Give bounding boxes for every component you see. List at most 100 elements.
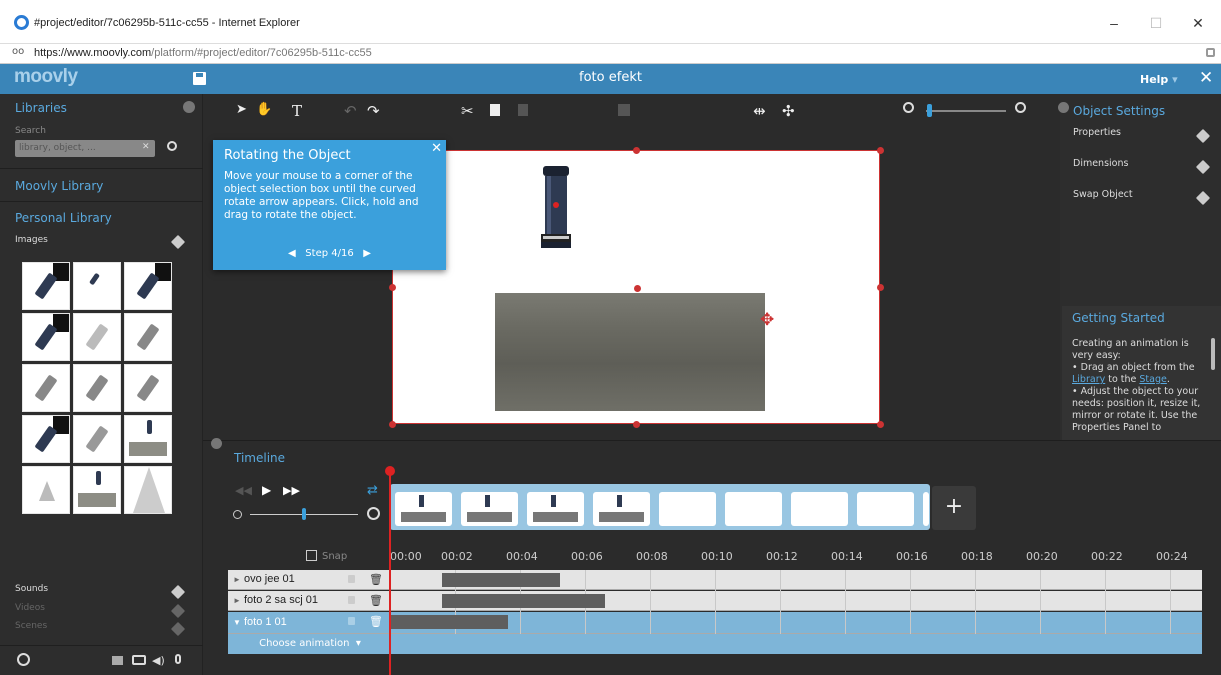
clear-search-icon[interactable]: ✕ [142, 142, 150, 152]
moovly-library-link[interactable]: Moovly Library [15, 179, 103, 193]
image-thumbnail[interactable] [22, 415, 70, 463]
speaker-icon[interactable]: ◀) [152, 654, 165, 667]
import-icon[interactable] [112, 656, 123, 665]
site-info-icon[interactable]: oo [12, 46, 24, 57]
flashlight-image[interactable] [540, 166, 572, 248]
url-text[interactable]: https://www.moovly.com/platform/#project… [34, 47, 372, 59]
lock-track-icon[interactable] [348, 617, 355, 625]
search-icon[interactable] [167, 141, 177, 151]
flip-horizontal-icon[interactable]: ⇹ [753, 102, 766, 120]
scene-frame[interactable] [791, 492, 848, 526]
selection-handle[interactable] [389, 421, 396, 428]
selection-handle[interactable] [877, 284, 884, 291]
zoom-slider[interactable] [926, 110, 1006, 112]
collapse-libraries-icon[interactable] [183, 101, 195, 113]
lock-track-icon[interactable] [348, 575, 355, 583]
track-label[interactable]: ► foto 2 sa scj 01 [233, 594, 318, 606]
minimize-button[interactable]: – [1100, 12, 1128, 34]
scene-frame[interactable] [527, 492, 584, 526]
fast-forward-icon[interactable]: ▶▶ [283, 484, 300, 497]
delete-track-icon[interactable]: 🗑 [369, 594, 383, 607]
image-thumbnail[interactable] [73, 313, 121, 361]
flip-vertical-icon[interactable]: ✣ [782, 102, 795, 120]
help-menu[interactable]: Help ▾ [1140, 73, 1178, 86]
selection-handle[interactable] [633, 421, 640, 428]
track-clip[interactable] [442, 594, 605, 608]
play-icon[interactable]: ▶ [262, 483, 271, 497]
add-frame-button[interactable]: + [932, 486, 976, 530]
delete-track-icon[interactable]: 🗑 [369, 615, 383, 628]
scene-frame[interactable] [857, 492, 914, 526]
close-editor-icon[interactable]: ✕ [1199, 68, 1213, 88]
image-thumbnail[interactable] [124, 415, 172, 463]
tooltip-close-icon[interactable]: ✕ [431, 141, 442, 156]
image-thumbnail[interactable] [22, 364, 70, 412]
loop-icon[interactable]: ⇄ [367, 483, 378, 498]
selection-handle[interactable] [877, 147, 884, 154]
image-thumbnail[interactable] [124, 466, 172, 514]
scene-frame[interactable] [725, 492, 782, 526]
tooltip-prev-icon[interactable]: ◀ [288, 248, 296, 259]
timeline-zoom-handle[interactable] [302, 508, 306, 520]
pointer-tool-icon[interactable]: ➤ [236, 102, 247, 117]
getting-started-scrollbar[interactable] [1211, 338, 1215, 370]
swap-object-section[interactable]: Swap Object [1073, 189, 1133, 200]
hand-tool-icon[interactable]: ✋ [256, 102, 272, 117]
zoom-out-icon[interactable] [903, 102, 914, 113]
camera-icon[interactable] [132, 655, 146, 665]
address-bar[interactable]: oo https://www.moovly.com/platform/#proj… [0, 44, 1221, 64]
snap-checkbox[interactable] [306, 550, 317, 561]
image-thumbnail[interactable] [124, 364, 172, 412]
personal-library-link[interactable]: Personal Library [15, 211, 112, 225]
playhead[interactable] [389, 470, 391, 675]
sounds-section-label[interactable]: Sounds [15, 584, 48, 594]
collapse-timeline-icon[interactable] [211, 438, 222, 449]
scene-frame[interactable] [923, 492, 929, 526]
text-tool-icon[interactable]: T [292, 102, 302, 120]
choose-animation-dropdown[interactable]: Choose animation ▾ [228, 634, 392, 654]
image-thumbnail[interactable] [124, 313, 172, 361]
properties-section[interactable]: Properties [1073, 127, 1121, 138]
collapse-settings-icon[interactable] [1058, 102, 1069, 113]
lock-track-icon[interactable] [348, 596, 355, 604]
project-title[interactable]: foto efekt [0, 70, 1221, 85]
image-thumbnail[interactable] [73, 262, 121, 310]
image-thumbnail[interactable] [73, 466, 121, 514]
selection-handle[interactable] [389, 284, 396, 291]
scene-frame[interactable] [659, 492, 716, 526]
cut-icon[interactable]: ✂ [461, 102, 474, 120]
redo-icon[interactable]: ↷ [367, 102, 380, 120]
image-thumbnail[interactable] [124, 262, 172, 310]
zoom-slider-handle[interactable] [927, 104, 932, 117]
image-thumbnail[interactable] [22, 313, 70, 361]
image-thumbnail[interactable] [73, 415, 121, 463]
tooltip-next-icon[interactable]: ▶ [363, 248, 371, 259]
delete-track-icon[interactable]: 🗑 [369, 573, 383, 586]
library-search-input[interactable]: library, object, ... [15, 140, 155, 157]
arrange-icon[interactable] [618, 104, 630, 116]
image-thumbnail[interactable] [22, 466, 70, 514]
scene-frame[interactable] [461, 492, 518, 526]
track-clip[interactable] [442, 573, 560, 587]
paste-icon[interactable] [518, 104, 528, 116]
library-link[interactable]: Library [1072, 374, 1105, 385]
refresh-icon[interactable] [17, 653, 30, 666]
playhead-handle[interactable] [385, 466, 395, 476]
close-window-button[interactable]: ✕ [1184, 12, 1212, 34]
track-label[interactable]: ► ovo jee 01 [233, 573, 295, 585]
scenes-section-label[interactable]: Scenes [15, 621, 47, 631]
images-section-label[interactable]: Images [15, 235, 48, 245]
metal-texture-image[interactable] [495, 293, 765, 411]
selection-handle[interactable] [633, 147, 640, 154]
selection-handle[interactable] [877, 421, 884, 428]
microphone-icon[interactable] [175, 654, 181, 664]
image-thumbnail[interactable] [73, 364, 121, 412]
videos-section-label[interactable]: Videos [15, 603, 45, 613]
scene-frame[interactable] [395, 492, 452, 526]
track-label[interactable]: ▼ foto 1 01 [233, 616, 287, 628]
dimensions-section[interactable]: Dimensions [1073, 158, 1128, 169]
rewind-icon[interactable]: ◀◀ [235, 484, 252, 497]
scene-frame[interactable] [593, 492, 650, 526]
image-thumbnail[interactable] [22, 262, 70, 310]
undo-icon[interactable]: ↶ [344, 102, 357, 120]
